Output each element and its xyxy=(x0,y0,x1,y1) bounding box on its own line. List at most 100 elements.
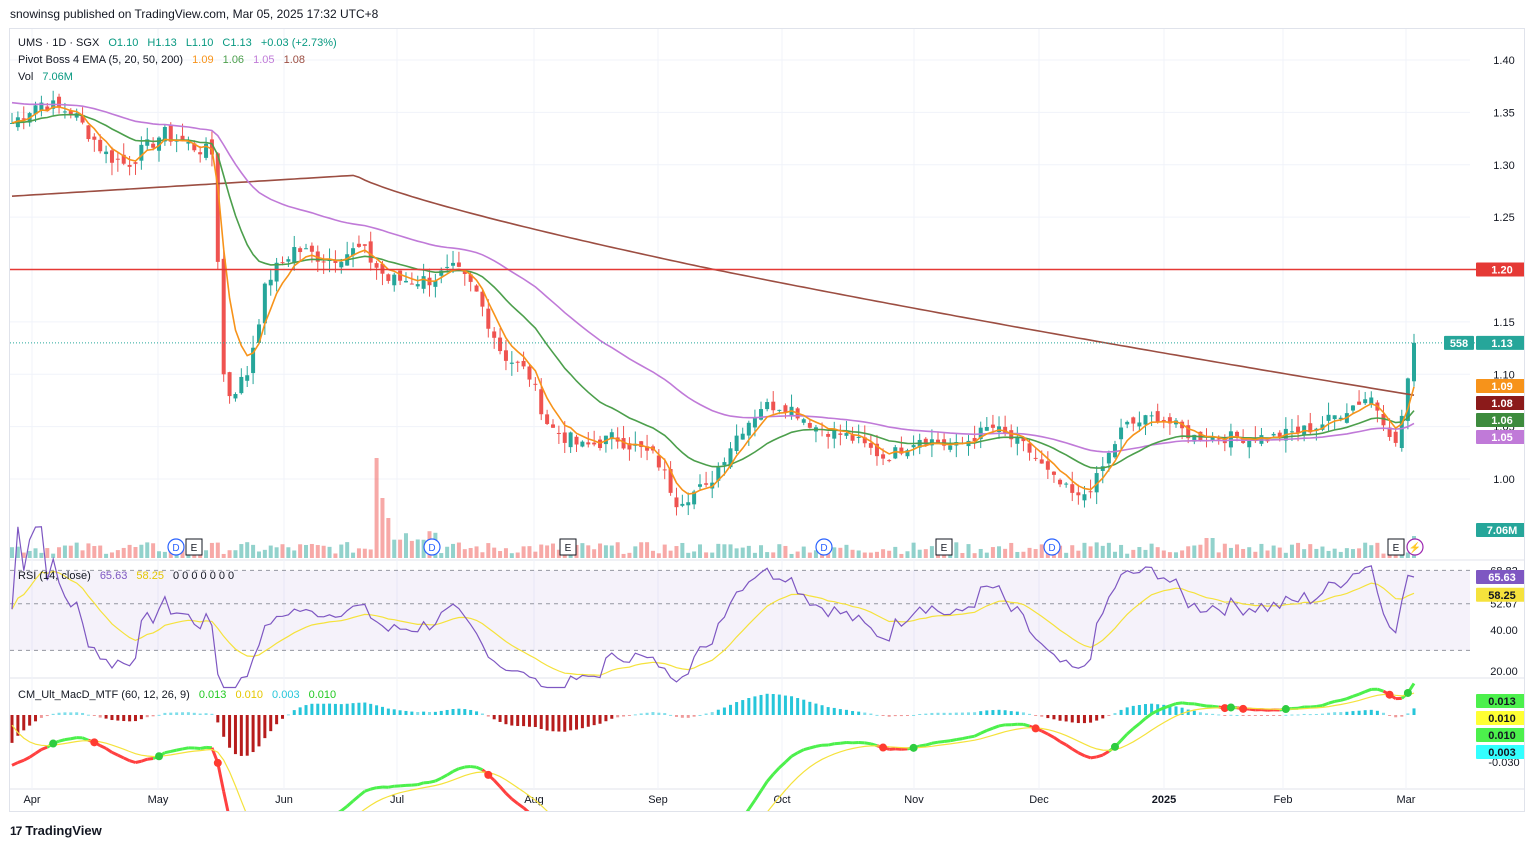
macd-histogram-bar xyxy=(1028,713,1032,715)
time-tick-label: Nov xyxy=(904,794,924,806)
candle-body xyxy=(586,442,591,445)
macd-histogram-bar xyxy=(486,715,490,717)
macd-line-segment xyxy=(962,735,969,741)
candle-body xyxy=(292,247,297,264)
rsi-label: RSI (14, close) xyxy=(18,570,91,582)
macd-histogram-bar xyxy=(1003,710,1007,715)
tradingview-footer[interactable]: 17 TradingView xyxy=(10,823,102,838)
volume-bar xyxy=(10,547,14,558)
macd-line-segment xyxy=(1071,747,1080,755)
volume-bar xyxy=(550,543,555,558)
macd-histogram-bar xyxy=(222,715,226,737)
macd-line-segment xyxy=(376,785,383,790)
macd-histogram-bar xyxy=(92,715,96,716)
volume-bar xyxy=(698,544,702,558)
earnings-marker-label: E xyxy=(191,543,198,554)
macd-line-segment xyxy=(973,731,982,738)
dividend-marker-label: D xyxy=(172,543,179,554)
volume-bar xyxy=(1070,545,1075,558)
candle-body xyxy=(984,427,989,431)
macd-histogram-bar xyxy=(820,705,824,715)
macd-histogram-bar xyxy=(716,709,720,715)
macd-line-segment xyxy=(182,746,189,751)
macd-histogram-bar xyxy=(128,715,132,722)
macd-histogram-bar xyxy=(516,715,520,726)
volume-bar xyxy=(639,542,644,558)
rsi-value: 65.63 xyxy=(100,570,128,582)
volume-bar xyxy=(1228,547,1233,558)
macd-histogram-bar xyxy=(369,703,373,715)
macd-line-segment xyxy=(864,741,872,746)
macd-histogram-bar xyxy=(498,715,502,722)
volume-bar xyxy=(893,546,898,558)
candle-body xyxy=(1082,494,1087,501)
volume-bar xyxy=(609,545,614,558)
candle-body xyxy=(533,383,538,385)
macd-line-segment xyxy=(11,761,19,767)
macd-histogram-bar xyxy=(86,714,90,716)
volume-bar xyxy=(262,549,267,558)
volume-bar xyxy=(954,542,959,558)
candle-body xyxy=(451,262,456,266)
volume-bar xyxy=(1326,550,1331,558)
macd-histogram-bar xyxy=(1345,711,1349,715)
volume-bar xyxy=(997,546,1002,558)
macd-line-segment xyxy=(510,797,519,805)
candle-body xyxy=(1088,491,1093,493)
price-tick-label: 1.30 xyxy=(1493,160,1514,172)
macd-line-segment xyxy=(1096,753,1104,759)
legend-symbol-line: UMS · 1D · SGX O1.10 H1.13 L1.10 C1.13 +… xyxy=(18,37,337,49)
rsi-legend: RSI (14, close) 65.63 58.25 0 0 0 0 0 0 … xyxy=(18,570,234,582)
macd-line-segment xyxy=(998,723,1006,728)
volume-bar xyxy=(832,547,837,558)
macd-line-segment xyxy=(1053,736,1061,743)
macd-histogram-bar xyxy=(1235,714,1239,716)
candle-body xyxy=(62,111,67,113)
candle-body xyxy=(771,401,776,411)
macd-histogram-bar xyxy=(1101,715,1105,719)
macd-line-segment xyxy=(164,749,172,755)
time-tick-label: May xyxy=(148,794,169,806)
macd-histogram-bar xyxy=(569,715,573,731)
macd-histogram-bar xyxy=(304,705,308,715)
candle-body xyxy=(1228,431,1233,448)
candle-body xyxy=(1296,426,1301,433)
macd-line-segment xyxy=(370,786,377,791)
ema20-tag: 1.06 xyxy=(1491,415,1512,427)
legend-vol-value: 7.06M xyxy=(42,71,73,83)
macd-histogram-bar xyxy=(139,715,143,720)
candle-body xyxy=(1033,457,1038,459)
macd-histogram-bar xyxy=(1357,710,1361,715)
volume-bar xyxy=(1235,544,1240,558)
macd-histogram-bar xyxy=(686,715,690,718)
volume-bar xyxy=(509,553,514,558)
candle-body xyxy=(1405,378,1410,421)
macd-line-segment xyxy=(470,765,477,769)
macd-cross-dot xyxy=(1110,742,1119,751)
macd-cross-dot xyxy=(1239,704,1248,713)
macd-histogram-bar xyxy=(310,703,314,715)
macd-histogram-bar xyxy=(1241,715,1245,716)
macd-histogram-bar xyxy=(1034,715,1038,716)
chart-frame[interactable]: 1.401.351.301.251.201.151.101.051.00AprM… xyxy=(9,28,1525,812)
volume-bar xyxy=(239,544,244,558)
time-tick-label: Sep xyxy=(648,794,668,806)
volume-bar xyxy=(1186,546,1191,558)
ema200-tag: 1.08 xyxy=(1491,398,1512,410)
macd-histogram-bar xyxy=(457,708,461,715)
chart-canvas[interactable]: 1.401.351.301.251.201.151.101.051.00AprM… xyxy=(10,29,1524,811)
macd-v4: 0.010 xyxy=(309,689,337,701)
candle-body xyxy=(286,259,291,262)
volume-bar xyxy=(598,543,603,558)
candle-body xyxy=(239,376,244,394)
volume-bar xyxy=(1167,552,1172,558)
macd-histogram-bar xyxy=(445,709,449,715)
macd-cross-dot xyxy=(213,758,222,767)
macd-line-segment xyxy=(199,745,207,750)
macd-line-segment xyxy=(1358,690,1366,696)
volume-bar xyxy=(386,518,391,558)
volume-bar xyxy=(680,542,685,558)
macd-histogram-bar xyxy=(1266,715,1270,716)
candle-body xyxy=(309,245,314,252)
candle-body xyxy=(868,443,873,448)
